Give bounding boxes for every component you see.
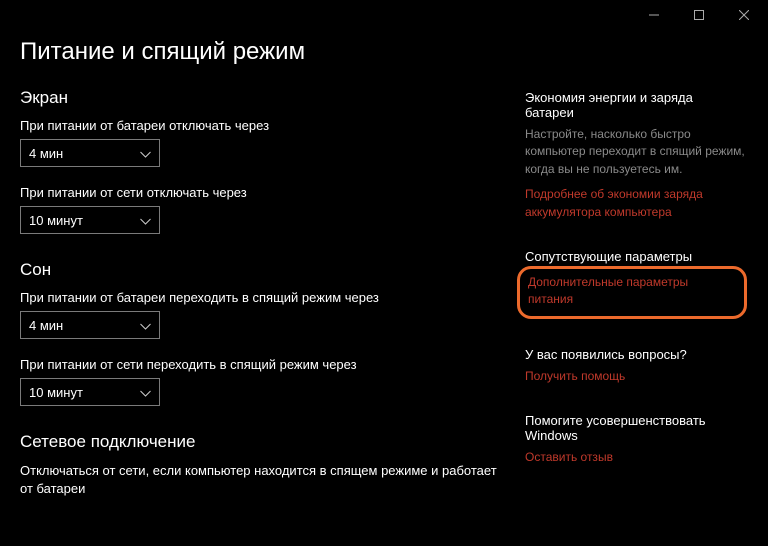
dropdown-value: 4 мин — [29, 318, 63, 333]
network-section: Сетевое подключение Отключаться от сети,… — [20, 432, 505, 498]
feedback-link[interactable]: Оставить отзыв — [525, 449, 745, 466]
sleep-heading: Сон — [20, 260, 505, 280]
side-panel: Экономия энергии и заряда батареи Настро… — [525, 38, 745, 524]
chevron-down-icon — [140, 385, 151, 400]
main-panel: Питание и спящий режим Экран При питании… — [20, 38, 525, 524]
highlight-annotation: Дополнительные параметры питания — [517, 266, 747, 319]
energy-link[interactable]: Подробнее об экономии заряда аккумулятор… — [525, 186, 745, 221]
chevron-down-icon — [140, 318, 151, 333]
dropdown-value: 10 минут — [29, 213, 83, 228]
sleep-section: Сон При питании от батареи переходить в … — [20, 260, 505, 406]
titlebar — [0, 0, 768, 30]
questions-block: У вас появились вопросы? Получить помощь — [525, 347, 745, 385]
questions-title: У вас появились вопросы? — [525, 347, 745, 362]
chevron-down-icon — [140, 146, 151, 161]
screen-section: Экран При питании от батареи отключать ч… — [20, 88, 505, 234]
chevron-down-icon — [140, 213, 151, 228]
network-heading: Сетевое подключение — [20, 432, 505, 452]
screen-battery-label: При питании от батареи отключать через — [20, 118, 505, 133]
page-title: Питание и спящий режим — [20, 38, 505, 66]
energy-block: Экономия энергии и заряда батареи Настро… — [525, 90, 745, 221]
screen-battery-dropdown[interactable]: 4 мин — [20, 139, 160, 167]
sleep-ac-dropdown[interactable]: 10 минут — [20, 378, 160, 406]
improve-title: Помогите усовершенствовать Windows — [525, 413, 745, 443]
screen-ac-label: При питании от сети отключать через — [20, 185, 505, 200]
sleep-battery-dropdown[interactable]: 4 мин — [20, 311, 160, 339]
related-title: Сопутствующие параметры — [525, 249, 745, 264]
related-block: Сопутствующие параметры Дополнительные п… — [525, 249, 745, 319]
additional-power-link[interactable]: Дополнительные параметры питания — [528, 274, 736, 309]
energy-title: Экономия энергии и заряда батареи — [525, 90, 745, 120]
energy-desc: Настройте, насколько быстро компьютер пе… — [525, 126, 745, 178]
improve-block: Помогите усовершенствовать Windows Остав… — [525, 413, 745, 466]
get-help-link[interactable]: Получить помощь — [525, 368, 745, 385]
dropdown-value: 4 мин — [29, 146, 63, 161]
screen-ac-dropdown[interactable]: 10 минут — [20, 206, 160, 234]
minimize-button[interactable] — [631, 0, 676, 30]
sleep-battery-label: При питании от батареи переходить в спящ… — [20, 290, 505, 305]
dropdown-value: 10 минут — [29, 385, 83, 400]
sleep-ac-label: При питании от сети переходить в спящий … — [20, 357, 505, 372]
screen-heading: Экран — [20, 88, 505, 108]
network-desc: Отключаться от сети, если компьютер нахо… — [20, 462, 505, 498]
maximize-button[interactable] — [676, 0, 721, 30]
close-button[interactable] — [721, 0, 766, 30]
